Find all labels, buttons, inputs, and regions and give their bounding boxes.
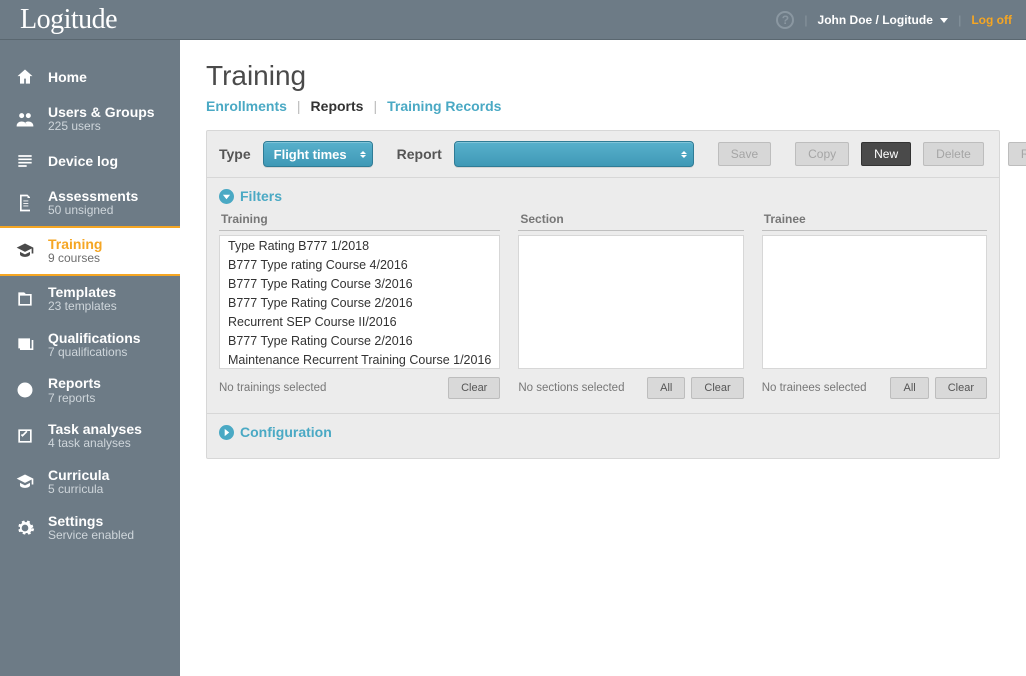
main-area: Training Enrollments | Reports | Trainin… bbox=[180, 40, 1026, 676]
configuration-toggle[interactable]: Configuration bbox=[219, 424, 987, 440]
section-listbox[interactable] bbox=[518, 235, 743, 369]
sidebar-item-label: Task analyses bbox=[48, 421, 142, 437]
help-icon[interactable]: ? bbox=[776, 11, 794, 29]
sidebar-item-subtitle: 7 qualifications bbox=[48, 346, 141, 360]
chevron-down-icon bbox=[940, 18, 948, 23]
expand-right-icon bbox=[219, 425, 234, 440]
sidebar-item-label: Qualifications bbox=[48, 330, 141, 346]
section-all-button[interactable]: All bbox=[647, 377, 685, 399]
list-item[interactable]: B777 Type rating Course 4/2016 bbox=[220, 255, 499, 274]
training-status: No trainings selected bbox=[219, 382, 442, 394]
sidebar-item-subtitle: 5 curricula bbox=[48, 483, 109, 497]
configuration-section: Configuration bbox=[207, 413, 999, 458]
tab-enrollments[interactable]: Enrollments bbox=[206, 98, 287, 114]
training-clear-button[interactable]: Clear bbox=[448, 377, 500, 399]
trainee-listbox[interactable] bbox=[762, 235, 987, 369]
list-item[interactable]: Maintenance Recurrent Training Course 1/… bbox=[220, 350, 499, 369]
sidebar: Home Users & Groups225 users Device log Ass… bbox=[0, 40, 180, 676]
settings-icon bbox=[14, 517, 36, 539]
panel-toolbar: Type Flight times Report Save bbox=[207, 131, 999, 178]
sidebar-item-label: Assessments bbox=[48, 188, 138, 204]
tab-training-records[interactable]: Training Records bbox=[387, 98, 501, 114]
sidebar-item-reports[interactable]: Reports7 reports bbox=[0, 367, 180, 413]
sidebar-item-settings[interactable]: SettingsService enabled bbox=[0, 505, 180, 551]
sidebar-item-label: Home bbox=[48, 69, 87, 85]
section-clear-button[interactable]: Clear bbox=[691, 377, 743, 399]
training-icon bbox=[14, 240, 36, 262]
assessments-icon bbox=[14, 192, 36, 214]
sidebar-item-qualifications[interactable]: Qualifications7 qualifications bbox=[0, 322, 180, 368]
copy-button[interactable]: Copy bbox=[795, 142, 849, 166]
tabs: Enrollments | Reports | Training Records bbox=[206, 98, 1000, 114]
save-button[interactable]: Save bbox=[718, 142, 771, 166]
sidebar-item-label: Templates bbox=[48, 284, 117, 300]
trainee-status: No trainees selected bbox=[762, 382, 885, 394]
sidebar-item-label: Device log bbox=[48, 153, 118, 169]
sidebar-item-subtitle: 23 templates bbox=[48, 300, 117, 314]
qualifications-icon bbox=[14, 334, 36, 356]
type-label: Type bbox=[219, 146, 251, 162]
top-right: ? | John Doe / Logitude | Log off bbox=[776, 11, 1012, 29]
tab-reports[interactable]: Reports bbox=[311, 98, 364, 114]
task-icon bbox=[14, 425, 36, 447]
sidebar-item-devicelog[interactable]: Device log bbox=[0, 142, 180, 180]
sidebar-item-subtitle: 4 task analyses bbox=[48, 437, 142, 451]
list-item[interactable]: Type Rating B777 1/2018 bbox=[220, 236, 499, 255]
list-item[interactable]: B777 Type Rating Course 2/2016 bbox=[220, 293, 499, 312]
sidebar-item-subtitle: 9 courses bbox=[48, 252, 102, 266]
curricula-icon bbox=[14, 471, 36, 493]
users-icon bbox=[14, 108, 36, 130]
sidebar-item-label: Training bbox=[48, 236, 102, 252]
sidebar-item-subtitle: 7 reports bbox=[48, 392, 101, 406]
type-select[interactable]: Flight times bbox=[263, 141, 373, 167]
filter-col-trainee: Trainee No trainees selected All Clear bbox=[762, 208, 987, 399]
home-icon bbox=[14, 66, 36, 88]
report-label: Report bbox=[397, 146, 442, 162]
expand-down-icon bbox=[219, 189, 234, 204]
page-title: Training bbox=[206, 60, 1000, 92]
delete-button[interactable]: Delete bbox=[923, 142, 984, 166]
filter-title-training: Training bbox=[219, 208, 500, 231]
brand-logo: Logitude bbox=[20, 4, 117, 36]
filters-section: Filters Training Type Rating B777 1/2018… bbox=[207, 178, 999, 413]
sidebar-item-task[interactable]: Task analyses4 task analyses bbox=[0, 413, 180, 459]
sidebar-item-users[interactable]: Users & Groups225 users bbox=[0, 96, 180, 142]
devicelog-icon bbox=[14, 150, 36, 172]
templates-icon bbox=[14, 288, 36, 310]
top-bar: Logitude ? | John Doe / Logitude | Log o… bbox=[0, 0, 1026, 40]
filter-col-section: Section No sections selected All Clear bbox=[518, 208, 743, 399]
filter-title-section: Section bbox=[518, 208, 743, 231]
user-menu[interactable]: John Doe / Logitude bbox=[818, 13, 949, 27]
section-status: No sections selected bbox=[518, 382, 641, 394]
sidebar-item-subtitle: Service enabled bbox=[48, 529, 134, 543]
list-item[interactable]: B777 Type Rating Course 3/2016 bbox=[220, 274, 499, 293]
filters-toggle[interactable]: Filters bbox=[219, 188, 987, 204]
reports-icon bbox=[14, 379, 36, 401]
run-button[interactable]: Run bbox=[1008, 142, 1026, 166]
logoff-link[interactable]: Log off bbox=[971, 13, 1012, 27]
sidebar-item-curricula[interactable]: Curricula5 curricula bbox=[0, 459, 180, 505]
sidebar-item-subtitle: 50 unsigned bbox=[48, 204, 138, 218]
sidebar-item-label: Reports bbox=[48, 375, 101, 391]
sidebar-item-label: Settings bbox=[48, 513, 134, 529]
report-select[interactable] bbox=[454, 141, 694, 167]
training-listbox[interactable]: Type Rating B777 1/2018B777 Type rating … bbox=[219, 235, 500, 369]
trainee-clear-button[interactable]: Clear bbox=[935, 377, 987, 399]
sidebar-item-training[interactable]: Training9 courses bbox=[0, 226, 180, 276]
sidebar-item-label: Curricula bbox=[48, 467, 109, 483]
list-item[interactable]: Recurrent SEP Course II/2016 bbox=[220, 312, 499, 331]
sidebar-item-home[interactable]: Home bbox=[0, 58, 180, 96]
sidebar-item-subtitle: 225 users bbox=[48, 120, 155, 134]
new-button[interactable]: New bbox=[861, 142, 911, 166]
sidebar-item-assessments[interactable]: Assessments50 unsigned bbox=[0, 180, 180, 226]
trainee-all-button[interactable]: All bbox=[890, 377, 928, 399]
sidebar-item-label: Users & Groups bbox=[48, 104, 155, 120]
sidebar-item-templates[interactable]: Templates23 templates bbox=[0, 276, 180, 322]
list-item[interactable]: B777 Type Rating Course 2/2016 bbox=[220, 331, 499, 350]
filter-col-training: Training Type Rating B777 1/2018B777 Typ… bbox=[219, 208, 500, 399]
filter-title-trainee: Trainee bbox=[762, 208, 987, 231]
report-panel: Type Flight times Report Save bbox=[206, 130, 1000, 459]
